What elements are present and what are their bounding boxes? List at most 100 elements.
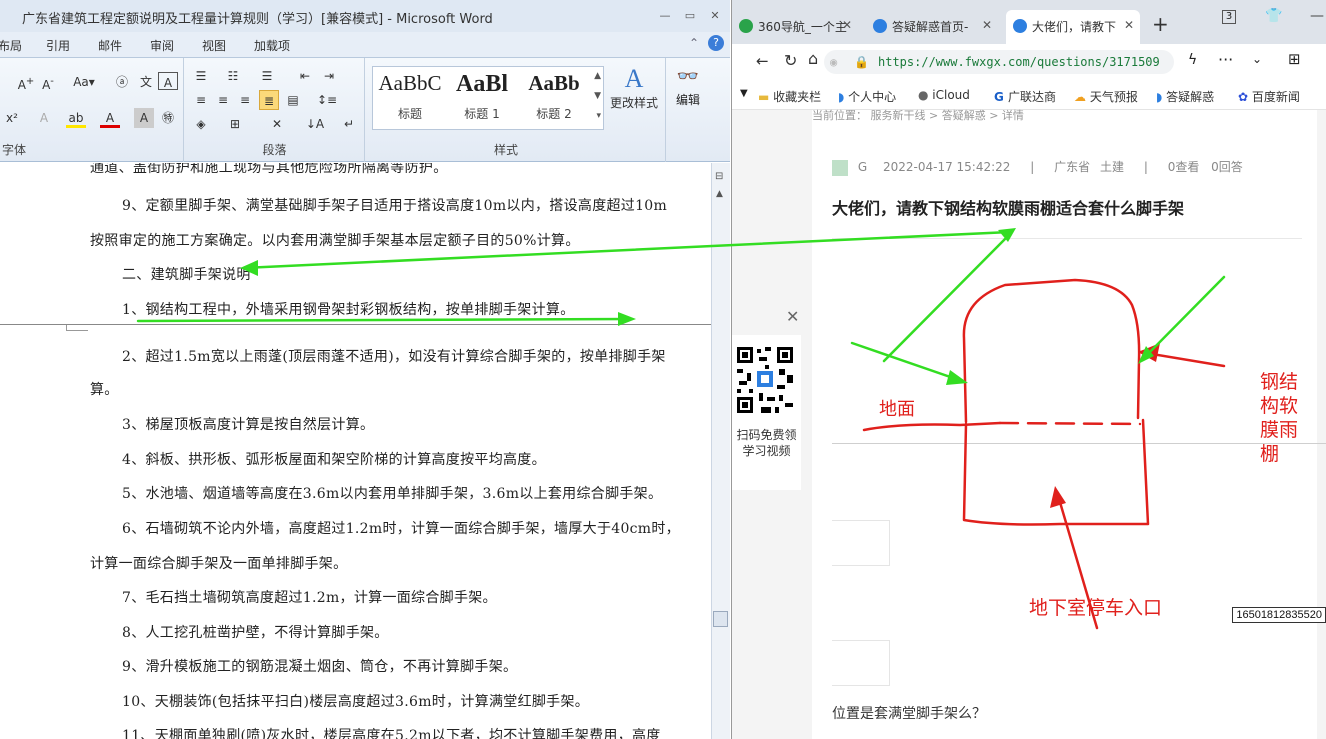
shading-icon[interactable]: ◈ — [191, 114, 211, 134]
char-shading-icon[interactable]: A — [134, 108, 154, 128]
tab-current-question[interactable]: 大佬们，请教下 ✕ — [1006, 10, 1140, 44]
grid-icon[interactable]: ⊞ — [1288, 50, 1301, 68]
restore-icon[interactable]: ▭ — [683, 9, 697, 23]
char-border-icon[interactable]: A — [158, 72, 178, 90]
style-preview: AaBbC — [378, 71, 442, 95]
grow-font-icon[interactable]: A+ — [16, 72, 36, 92]
lock-icon: 🔒 — [854, 55, 869, 69]
bookmark-favorites[interactable]: ▬ 收藏夹栏 — [758, 88, 821, 105]
label-entrance: 地下室停车入口 — [1029, 597, 1163, 619]
paragraph: 4、斜板、拱形板、弧形板屋面和架空阶梯的计算高度按平均高度。 — [122, 452, 546, 468]
bookmark-label: 百度新闻 — [1251, 90, 1300, 104]
bullets-icon[interactable]: ☰ — [191, 66, 211, 86]
back-icon[interactable]: ← — [756, 52, 769, 70]
new-tab-icon[interactable]: + — [1152, 12, 1169, 36]
close-icon[interactable]: ✕ — [786, 307, 799, 326]
author[interactable]: G — [858, 160, 867, 174]
document-body[interactable]: 通道、盖街防护和施工现场与其他危险场所隔离等防护。 9、定额里脚手架、满堂基础脚… — [0, 163, 712, 739]
paragraph: 2、超过1.5m宽以上雨蓬(顶层雨蓬不适用)，如没有计算综合脚手架的，按单排脚手… — [122, 349, 666, 365]
collapse-ribbon-icon[interactable]: ⌃ — [689, 36, 699, 50]
paragraph: 9、定额里脚手架、满堂基础脚手架子目适用于搭设高度10m以内，搭设高度超过10m — [122, 198, 668, 214]
minimize-icon[interactable]: — — [1310, 8, 1324, 24]
font-color-icon[interactable]: A — [100, 108, 120, 128]
shirt-icon[interactable]: 👕 — [1265, 8, 1282, 24]
sort-icon[interactable]: ↓A — [305, 114, 325, 134]
chevron-down-icon[interactable]: ▼ — [740, 88, 748, 99]
gallery-up-icon[interactable]: ▲ — [594, 71, 601, 81]
tab-references[interactable]: 引用 — [46, 37, 70, 54]
paragraph: 3、梯屋顶板高度计算是按自然层计算。 — [122, 417, 375, 433]
label-ground: 地面 — [879, 399, 915, 420]
scroll-thumb[interactable] — [713, 611, 728, 627]
enclose-char-icon[interactable]: ㊕ — [158, 108, 178, 128]
edit-button[interactable]: 👓 编辑 — [670, 66, 706, 108]
bookmark-glodon[interactable]: G 广联达商 — [994, 88, 1056, 105]
bookmark-qa[interactable]: ◗ 答疑解惑 — [1156, 88, 1214, 105]
show-marks-icon[interactable]: ↵ — [339, 114, 359, 134]
vertical-scrollbar[interactable]: ⊟ ▲ — [711, 163, 730, 739]
style-normal-title[interactable]: AaBbC 标题 — [375, 71, 445, 127]
highlight-icon[interactable]: ab — [66, 108, 86, 128]
align-center-icon[interactable]: ≡ — [213, 90, 233, 110]
close-icon[interactable]: ✕ — [708, 9, 722, 23]
tab-layout[interactable]: 布局 — [0, 37, 22, 54]
align-left-icon[interactable]: ≡ — [191, 90, 211, 110]
style-heading-1[interactable]: AaBl 标题 1 — [447, 71, 517, 127]
apple-icon: ● — [918, 88, 933, 102]
minimize-icon[interactable]: — — [658, 9, 672, 23]
style-heading-2[interactable]: AaBb 标题 2 — [519, 71, 589, 127]
paragraph: 通道、盖街防护和施工现场与其他危险场所隔离等防护。 — [90, 163, 448, 176]
increase-indent-icon[interactable]: ⇥ — [319, 66, 339, 86]
url-field[interactable]: ◉ 🔒 https://www.fwxgx.com/questions/3171… — [824, 50, 1174, 74]
image-placeholder — [832, 520, 890, 566]
gallery-down-icon[interactable]: ▼ — [594, 91, 601, 101]
bookmark-baidu-news[interactable]: ✿ 百度新闻 — [1238, 88, 1300, 105]
gallery-more-icon[interactable]: ▾ — [596, 111, 601, 121]
shrink-font-icon[interactable]: A- — [38, 72, 58, 92]
text-effect-icon[interactable]: A — [34, 108, 54, 128]
breadcrumb: 当前位置： 服务新干线 > 答疑解惑 > 详情 — [812, 109, 1024, 122]
close-tab-icon[interactable]: ✕ — [982, 18, 992, 32]
line-spacing-icon[interactable]: ↕≡ — [317, 90, 337, 110]
home-icon[interactable]: ⌂ — [808, 49, 818, 68]
distribute-icon[interactable]: ▤ — [283, 90, 303, 110]
phonetic-icon[interactable]: 文 — [136, 72, 156, 92]
justify-icon[interactable]: ≣ — [259, 90, 279, 110]
avatar[interactable] — [832, 159, 848, 176]
paragraph: 11、天棚面单独刷(喷)灰水时，楼层高度在5.2m以下者，均不计算脚手架费用，高… — [122, 728, 661, 739]
qr-promo[interactable]: 扫码免费领学习视频 — [732, 335, 801, 490]
decrease-indent-icon[interactable]: ⇤ — [295, 66, 315, 86]
tab-count-badge[interactable]: 3 — [1222, 10, 1236, 24]
scroll-up-icon[interactable]: ▲ — [716, 189, 723, 199]
tab-view[interactable]: 视图 — [202, 37, 226, 54]
align-right-icon[interactable]: ≡ — [235, 90, 255, 110]
change-styles-button[interactable]: A 更改样式 — [606, 64, 662, 111]
close-tab-icon[interactable]: ✕ — [1124, 18, 1134, 32]
subscript-icon[interactable]: x² — [2, 108, 22, 128]
shield-icon: ◉ — [830, 55, 838, 69]
help-icon[interactable]: ? — [708, 35, 724, 51]
divider — [832, 443, 1326, 444]
tab-360-nav[interactable]: 360导航_一个主 ✕ — [732, 10, 858, 44]
label-canopy: 钢结构软膜雨棚 — [1260, 371, 1299, 465]
refresh-icon[interactable]: ↻ — [784, 51, 797, 70]
borders-icon[interactable]: ⊞ — [225, 114, 245, 134]
chevron-down-icon[interactable]: ⌄ — [1252, 52, 1262, 66]
bookmark-weather[interactable]: ☁ 天气预报 — [1074, 88, 1138, 105]
bookmark-icloud[interactable]: ● iCloud — [918, 88, 970, 102]
address-bar-row: ← ↻ ⌂ ◉ 🔒 https://www.fwxgx.com/question… — [732, 44, 1326, 80]
close-tab-icon[interactable]: ✕ — [842, 18, 852, 32]
bookmark-personal[interactable]: ◗ 个人中心 — [838, 88, 896, 105]
tab-mailings[interactable]: 邮件 — [98, 37, 122, 54]
chinese-layout-icon[interactable]: ✕ — [267, 114, 287, 134]
tab-addins[interactable]: 加载项 — [254, 37, 290, 54]
numbering-icon[interactable]: ☷ — [223, 66, 243, 86]
tab-qa-home[interactable]: 答疑解惑首页- ✕ — [866, 10, 998, 44]
change-case-icon[interactable]: Aa▾ — [70, 72, 98, 92]
multilevel-list-icon[interactable]: ☰ — [257, 66, 277, 86]
more-icon[interactable]: ··· — [1218, 50, 1233, 69]
tab-review[interactable]: 审阅 — [150, 37, 174, 54]
clear-format-icon[interactable]: ⓐ — [112, 72, 132, 92]
lightning-icon[interactable]: ϟ — [1188, 52, 1197, 68]
ruler-toggle-icon[interactable]: ⊟ — [715, 171, 723, 182]
